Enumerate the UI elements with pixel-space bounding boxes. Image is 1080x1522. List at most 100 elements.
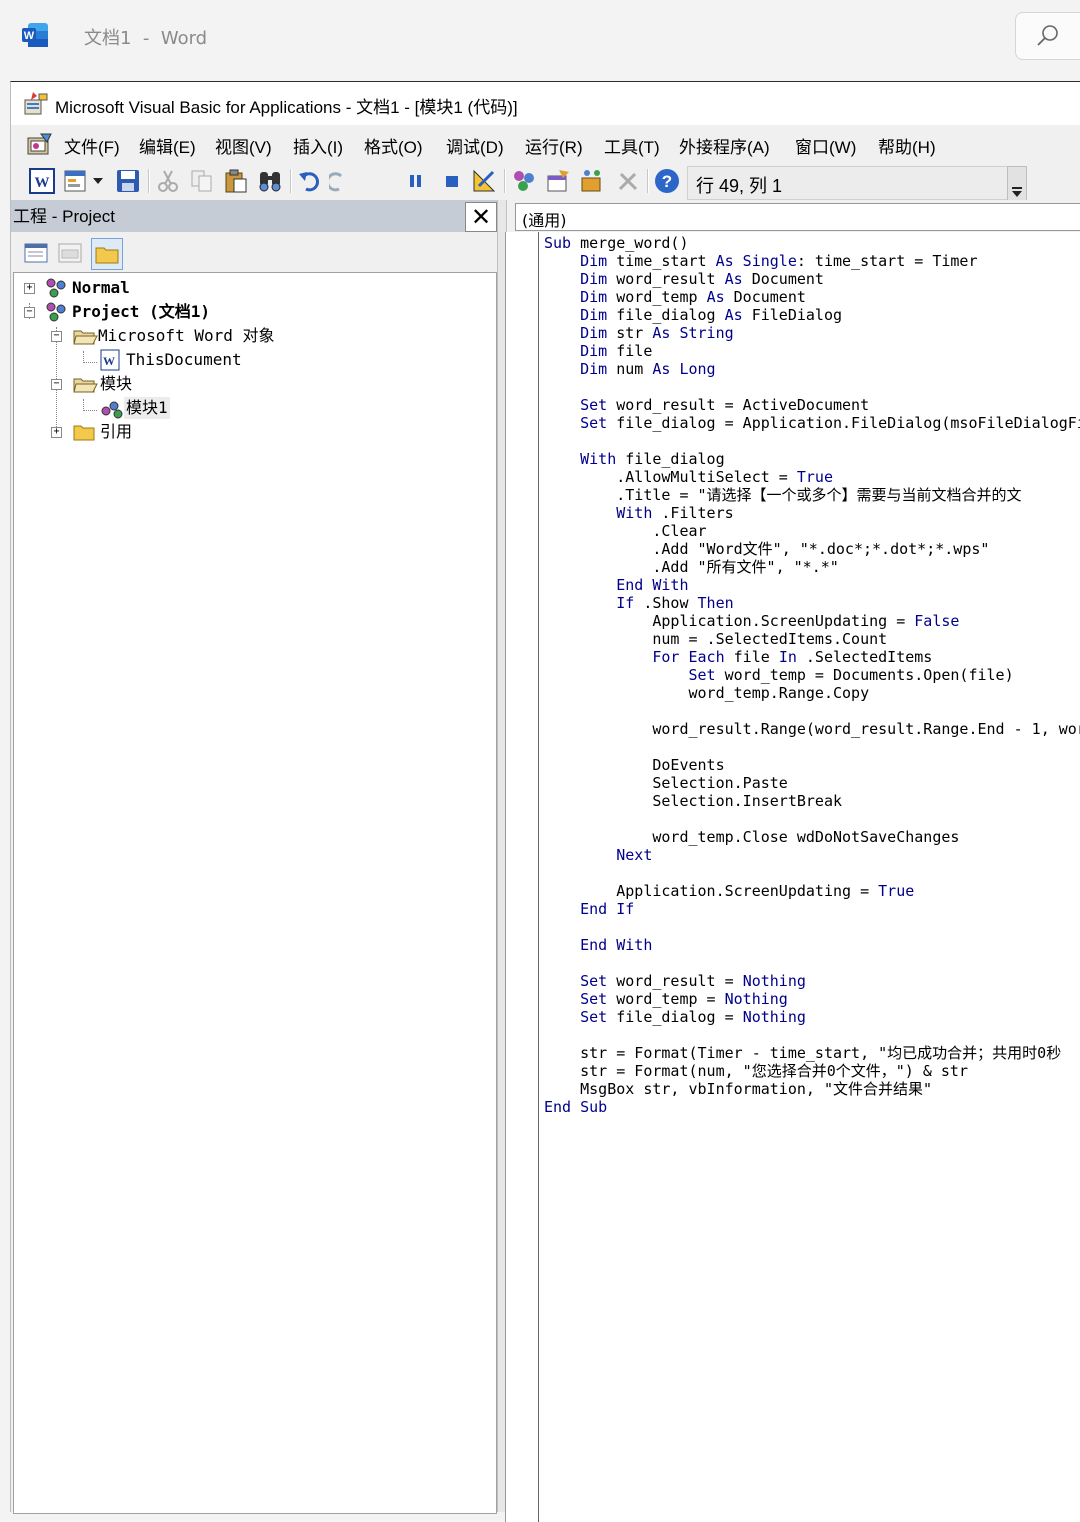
code-keyword: End If bbox=[580, 900, 635, 918]
code-line: Selection.InsertBreak bbox=[544, 792, 1080, 810]
code-editor[interactable]: Sub merge_word() Dim time_start As Singl… bbox=[505, 232, 1080, 1522]
code-keyword: In bbox=[778, 648, 806, 666]
menu-format[interactable]: 格式(O) bbox=[364, 133, 423, 158]
code-line: .AllowMultiSelect = True bbox=[544, 468, 1080, 486]
menu-help[interactable]: 帮助(H) bbox=[878, 133, 936, 158]
tree-node-word-objects[interactable]: − Microsoft Word 对象 bbox=[14, 325, 484, 347]
code-keyword: Dim bbox=[580, 252, 617, 270]
code-line: Dim file_dialog As FileDialog bbox=[544, 306, 1080, 324]
code-line: .Add "Word文件", "*.doc*;*.dot*;*.wps" bbox=[544, 540, 1080, 558]
tree-node-normal[interactable]: + Normal bbox=[14, 277, 484, 299]
svg-text:W: W bbox=[24, 30, 35, 42]
tree-label: 模块1 bbox=[124, 397, 170, 419]
code-token: Application.ScreenUpdating = bbox=[544, 882, 879, 900]
menu-addins[interactable]: 外接程序(A) bbox=[679, 133, 770, 158]
code-line: word_result.Range(word_result.Range.End … bbox=[544, 720, 1080, 738]
code-keyword: Set bbox=[580, 972, 617, 990]
view-word-icon[interactable]: W bbox=[29, 168, 55, 194]
find-icon[interactable] bbox=[257, 168, 283, 194]
code-line: Next bbox=[544, 846, 1080, 864]
collapse-icon[interactable]: − bbox=[51, 379, 62, 390]
code-keyword: Nothing bbox=[742, 972, 806, 990]
reset-icon[interactable] bbox=[439, 168, 465, 194]
code-line: For Each file In .SelectedItems bbox=[544, 648, 1080, 666]
vba-menu-icon[interactable] bbox=[27, 132, 53, 156]
toggle-folders-button[interactable] bbox=[91, 238, 123, 270]
code-line: End If bbox=[544, 900, 1080, 918]
menu-edit[interactable]: 编辑(E) bbox=[139, 133, 196, 158]
design-mode-icon[interactable] bbox=[471, 168, 497, 194]
collapse-icon[interactable]: − bbox=[51, 331, 62, 342]
save-icon[interactable] bbox=[115, 168, 141, 194]
code-text[interactable]: Sub merge_word() Dim time_start As Singl… bbox=[544, 234, 1080, 1116]
code-line: Selection.Paste bbox=[544, 774, 1080, 792]
code-line: MsgBox str, vbInformation, "文件合并结果" bbox=[544, 1080, 1080, 1098]
paste-icon[interactable] bbox=[223, 168, 249, 194]
object-dropdown[interactable]: (通用) bbox=[515, 203, 1080, 231]
code-margin-indicator-bar[interactable] bbox=[506, 232, 539, 1522]
tree-node-modules[interactable]: − 模块 bbox=[14, 373, 484, 395]
cursor-position-text: 行 49, 列 1 bbox=[696, 176, 783, 196]
expand-icon[interactable]: + bbox=[51, 427, 62, 438]
view-object-icon[interactable] bbox=[55, 238, 85, 268]
open-folder-icon bbox=[73, 330, 98, 345]
close-icon[interactable]: ✕ bbox=[465, 202, 497, 232]
code-line: End With bbox=[544, 936, 1080, 954]
toolbar-separator bbox=[148, 169, 150, 193]
object-browser-icon[interactable] bbox=[579, 168, 605, 194]
menu-run[interactable]: 运行(R) bbox=[525, 133, 583, 158]
code-line: num = .SelectedItems.Count bbox=[544, 630, 1080, 648]
tree-node-project[interactable]: − Project (文档1) bbox=[14, 301, 484, 323]
tree-node-thisdocument[interactable]: W ThisDocument bbox=[14, 349, 484, 371]
code-line: Dim time_start As Single: time_start = T… bbox=[544, 252, 1080, 270]
toolbar-overflow-chevron-icon[interactable] bbox=[1007, 166, 1027, 202]
vba-project-icon bbox=[46, 278, 66, 298]
menu-window[interactable]: 窗口(W) bbox=[795, 133, 856, 158]
cut-icon[interactable] bbox=[155, 168, 181, 194]
copy-icon[interactable] bbox=[189, 168, 215, 194]
object-dropdown-value: (通用) bbox=[522, 211, 567, 230]
word-search-box[interactable] bbox=[1015, 12, 1080, 60]
code-line: Set word_temp = Nothing bbox=[544, 990, 1080, 1008]
insert-userform-icon[interactable] bbox=[63, 168, 89, 194]
menu-insert[interactable]: 插入(I) bbox=[293, 133, 343, 158]
toolbar-separator bbox=[290, 169, 292, 193]
break-icon[interactable] bbox=[407, 168, 425, 194]
code-keyword: Set bbox=[580, 1008, 617, 1026]
code-line: Dim word_temp As Document bbox=[544, 288, 1080, 306]
code-keyword: With bbox=[616, 504, 662, 522]
tree-node-module1[interactable]: 模块1 bbox=[14, 397, 484, 419]
svg-text:W: W bbox=[35, 175, 50, 191]
code-token: Document bbox=[751, 270, 824, 288]
properties-window-icon[interactable] bbox=[545, 168, 571, 194]
undo-icon[interactable] bbox=[297, 168, 323, 194]
menu-file[interactable]: 文件(F) bbox=[64, 133, 120, 158]
tree-node-references[interactable]: + 引用 bbox=[14, 421, 484, 443]
code-keyword: Dim bbox=[580, 306, 617, 324]
menu-tools[interactable]: 工具(T) bbox=[604, 133, 660, 158]
project-explorer-icon[interactable] bbox=[511, 168, 537, 194]
code-token: Selection.InsertBreak bbox=[544, 792, 843, 810]
code-keyword: Next bbox=[616, 846, 653, 864]
expand-icon[interactable]: + bbox=[24, 283, 35, 294]
code-token: word_temp = Documents.Open(file) bbox=[724, 666, 1014, 684]
toolbox-icon[interactable] bbox=[615, 168, 641, 194]
dropdown-arrow-icon[interactable] bbox=[91, 168, 105, 194]
redo-icon[interactable] bbox=[329, 168, 347, 194]
collapse-icon[interactable]: − bbox=[24, 307, 35, 318]
view-code-icon[interactable] bbox=[21, 238, 51, 268]
help-icon[interactable]: ? bbox=[654, 168, 680, 194]
menu-debug[interactable]: 调试(D) bbox=[446, 133, 504, 158]
code-keyword: True bbox=[878, 882, 915, 900]
menu-view[interactable]: 视图(V) bbox=[215, 133, 272, 158]
vba-editor-window: Microsoft Visual Basic for Applications … bbox=[10, 81, 1080, 1522]
